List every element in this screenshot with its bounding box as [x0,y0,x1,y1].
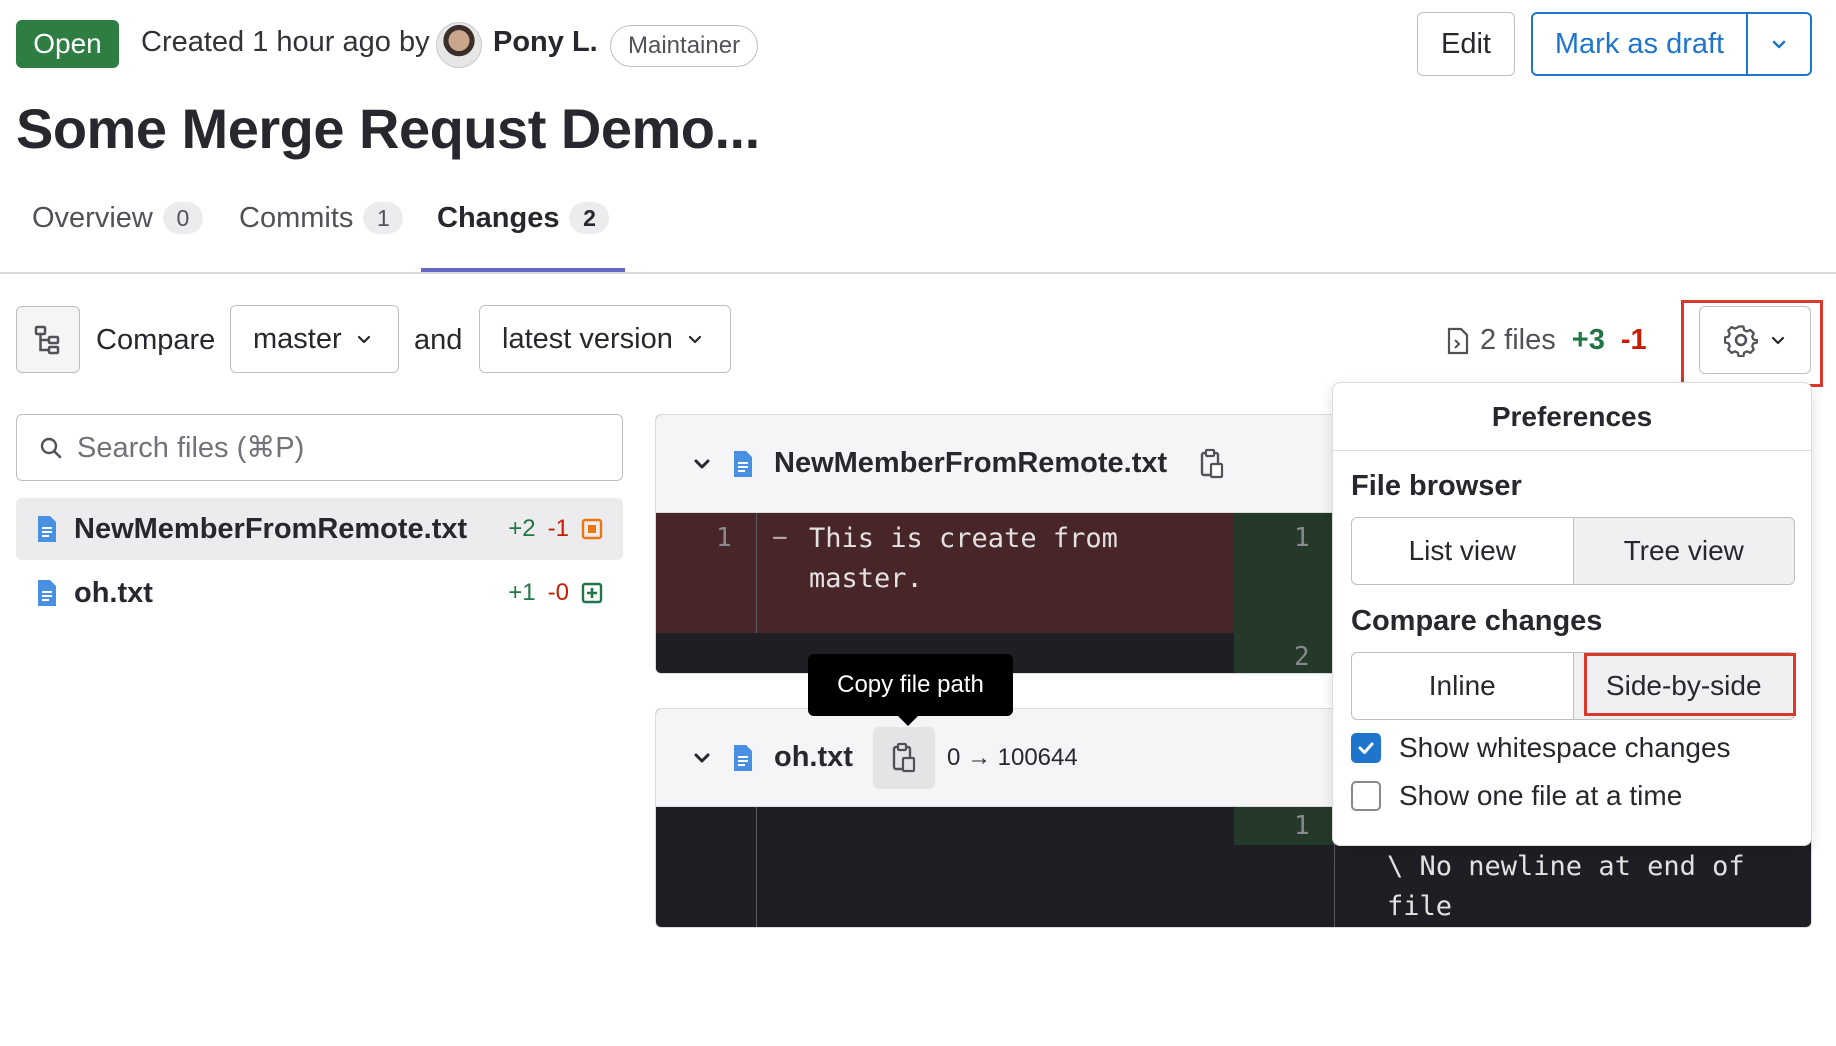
diff-file-name[interactable]: oh.txt [774,741,853,774]
file-modified-icon [581,518,603,540]
search-icon [40,437,62,458]
removed-count: -1 [1620,324,1647,356]
and-label: and [414,324,463,356]
chevron-down-icon [1772,40,1786,49]
file-added: +2 [508,515,536,542]
mark-as-draft-button[interactable]: Mark as draft [1533,14,1748,74]
diff-file-name[interactable]: NewMemberFromRemote.txt [774,447,1167,480]
file-icon [38,516,56,542]
chevron-down-icon[interactable] [692,748,712,768]
one-file-label: Show one file at a time [1399,780,1683,811]
author-name[interactable]: Pony L. [493,26,598,59]
old-line-number: 1 [716,523,732,553]
no-newline-text: \ No newline at end of [1387,851,1745,882]
side-by-side-highlight-box [1584,653,1796,716]
file-icon [38,580,56,606]
file-tree-name: NewMemberFromRemote.txt [74,512,468,545]
file-removed: -1 [547,515,569,542]
avatar[interactable] [436,22,482,68]
files-count: 2 files [1480,324,1556,356]
compare-changes-heading: Compare changes [1351,605,1603,637]
show-whitespace-label: Show whitespace changes [1399,732,1731,763]
draft-options-toggle[interactable] [1748,14,1810,74]
gear-icon [1724,325,1758,357]
file-diff-icon [1447,327,1469,354]
tab-label: Overview [32,202,153,234]
file-mode-change: 0 → 100644 [946,743,1078,771]
head-version-value: latest version [502,322,673,355]
mark-as-draft-split-button: Mark as draft [1531,12,1812,76]
chevron-down-icon [357,335,370,344]
new-line-number: 1 [1294,523,1310,553]
copy-path-button[interactable] [872,726,935,789]
diff-sign: − [772,523,788,553]
checkmark-icon [1358,742,1374,754]
tab-bar: Overview 0 Commits 1 Changes 2 [0,190,1836,274]
new-line-number: 1 [1294,811,1310,841]
show-whitespace-checkbox[interactable] [1351,733,1381,763]
one-file-option[interactable]: Show one file at a time [1351,780,1682,812]
tree-view-button[interactable]: Tree view [1572,518,1794,584]
removed-line-text: master. [809,563,923,594]
chevron-down-icon[interactable] [692,454,712,474]
list-view-button[interactable]: List view [1352,518,1573,584]
preferences-dropdown: Preferences File browser List view Tree … [1332,382,1812,846]
tab-count: 0 [162,202,203,234]
file-browser-toggle: List view Tree view [1351,517,1795,585]
edit-button[interactable]: Edit [1417,12,1515,76]
file-icon [734,744,752,771]
tab-label: Changes [437,202,560,234]
file-browser-heading: File browser [1351,470,1522,502]
file-tree-icon [34,325,60,354]
added-count: +3 [1571,324,1605,356]
no-newline-text: file [1387,891,1453,922]
tab-changes[interactable]: Changes 2 [421,202,626,272]
inline-button[interactable]: Inline [1352,653,1573,719]
compare-label: Compare [96,324,216,356]
base-branch-dropdown[interactable]: master [230,305,399,373]
removed-line-text: This is create from [809,523,1118,554]
file-tree-item[interactable]: oh.txt +1 -0 [16,562,623,624]
one-file-checkbox[interactable] [1351,781,1381,811]
show-whitespace-option[interactable]: Show whitespace changes [1351,732,1731,764]
file-added-icon [581,582,603,604]
tab-count: 2 [569,202,610,234]
diff-stats: 2 files +3 -1 [1446,324,1647,357]
diff-preferences-button[interactable] [1699,306,1811,374]
tab-overview[interactable]: Overview 0 [32,202,203,272]
copy-file-path-tooltip: Copy file path [808,654,1013,716]
tooltip-arrow [896,714,920,726]
file-tree-name: oh.txt [74,576,153,609]
chevron-down-icon [1771,336,1785,345]
copy-path-icon[interactable] [1199,448,1225,480]
tab-commits[interactable]: Commits 1 [239,202,404,272]
status-badge: Open [16,20,119,68]
search-placeholder: Search files (⌘P) [77,432,305,464]
head-version-dropdown[interactable]: latest version [479,305,731,373]
created-text: Created 1 hour ago by [141,26,430,58]
copy-path-icon [892,742,916,772]
file-tree-item[interactable]: NewMemberFromRemote.txt +2 -1 [16,498,623,560]
file-removed: -0 [547,579,569,606]
base-branch-value: master [253,322,342,355]
file-search-input[interactable]: Search files (⌘P) [16,414,623,481]
file-icon [734,450,752,477]
role-badge: Maintainer [610,25,759,67]
file-tree-toggle-button[interactable] [16,306,80,373]
tab-count: 1 [363,202,404,234]
file-added: +1 [508,579,536,606]
chevron-down-icon [688,335,701,344]
preferences-title: Preferences [1333,383,1811,451]
page-title: Some Merge Requst Demo... [16,97,760,160]
tab-label: Commits [239,202,354,234]
new-line-number: 2 [1294,642,1310,672]
